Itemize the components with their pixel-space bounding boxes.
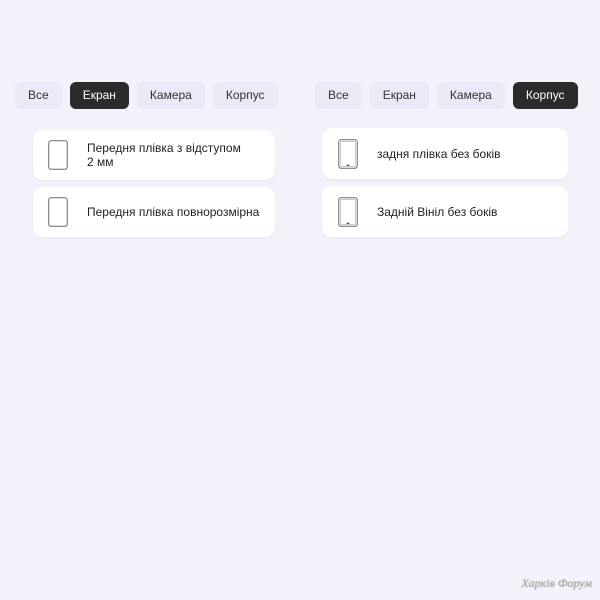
tab-screen[interactable]: Екран: [69, 82, 129, 109]
tab-bar: Все Екран Камера Корпус: [315, 82, 585, 109]
watermark: Харків Форум: [521, 576, 592, 590]
tab-body[interactable]: Корпус: [512, 82, 578, 109]
phone-front-icon: [48, 197, 68, 227]
film-list: задня плівка без боків Задній Вініл без …: [322, 128, 568, 237]
tab-all[interactable]: Все: [15, 82, 62, 109]
tab-body[interactable]: Корпус: [212, 82, 278, 109]
list-item[interactable]: задня плівка без боків: [322, 128, 568, 179]
film-list: Передня плівка з відступом 2 мм Передня …: [33, 130, 275, 237]
phone-back-icon: [338, 138, 358, 169]
list-item-label: Передня плівка повнорозмірна: [87, 205, 260, 219]
list-item-label: Передня плівка з відступом 2 мм: [87, 141, 241, 169]
list-item[interactable]: Задній Вініл без боків: [322, 186, 568, 237]
phone-front-icon: [48, 140, 68, 170]
tab-all[interactable]: Все: [315, 82, 362, 109]
tab-screen[interactable]: Екран: [369, 82, 429, 109]
tab-camera[interactable]: Камера: [136, 82, 205, 109]
tab-camera[interactable]: Камера: [436, 82, 505, 109]
list-item[interactable]: Передня плівка з відступом 2 мм: [33, 130, 275, 180]
filter-panel-left: Все Екран Камера Корпус Передня плівка з…: [15, 82, 285, 242]
filter-panel-right: Все Екран Камера Корпус задня плівка без…: [315, 82, 585, 242]
list-item[interactable]: Передня плівка повнорозмірна: [33, 187, 275, 237]
tab-bar: Все Екран Камера Корпус: [15, 82, 285, 109]
phone-back-icon: [338, 196, 358, 227]
list-item-label: задня плівка без боків: [377, 146, 501, 161]
list-item-label: Задній Вініл без боків: [377, 204, 498, 219]
